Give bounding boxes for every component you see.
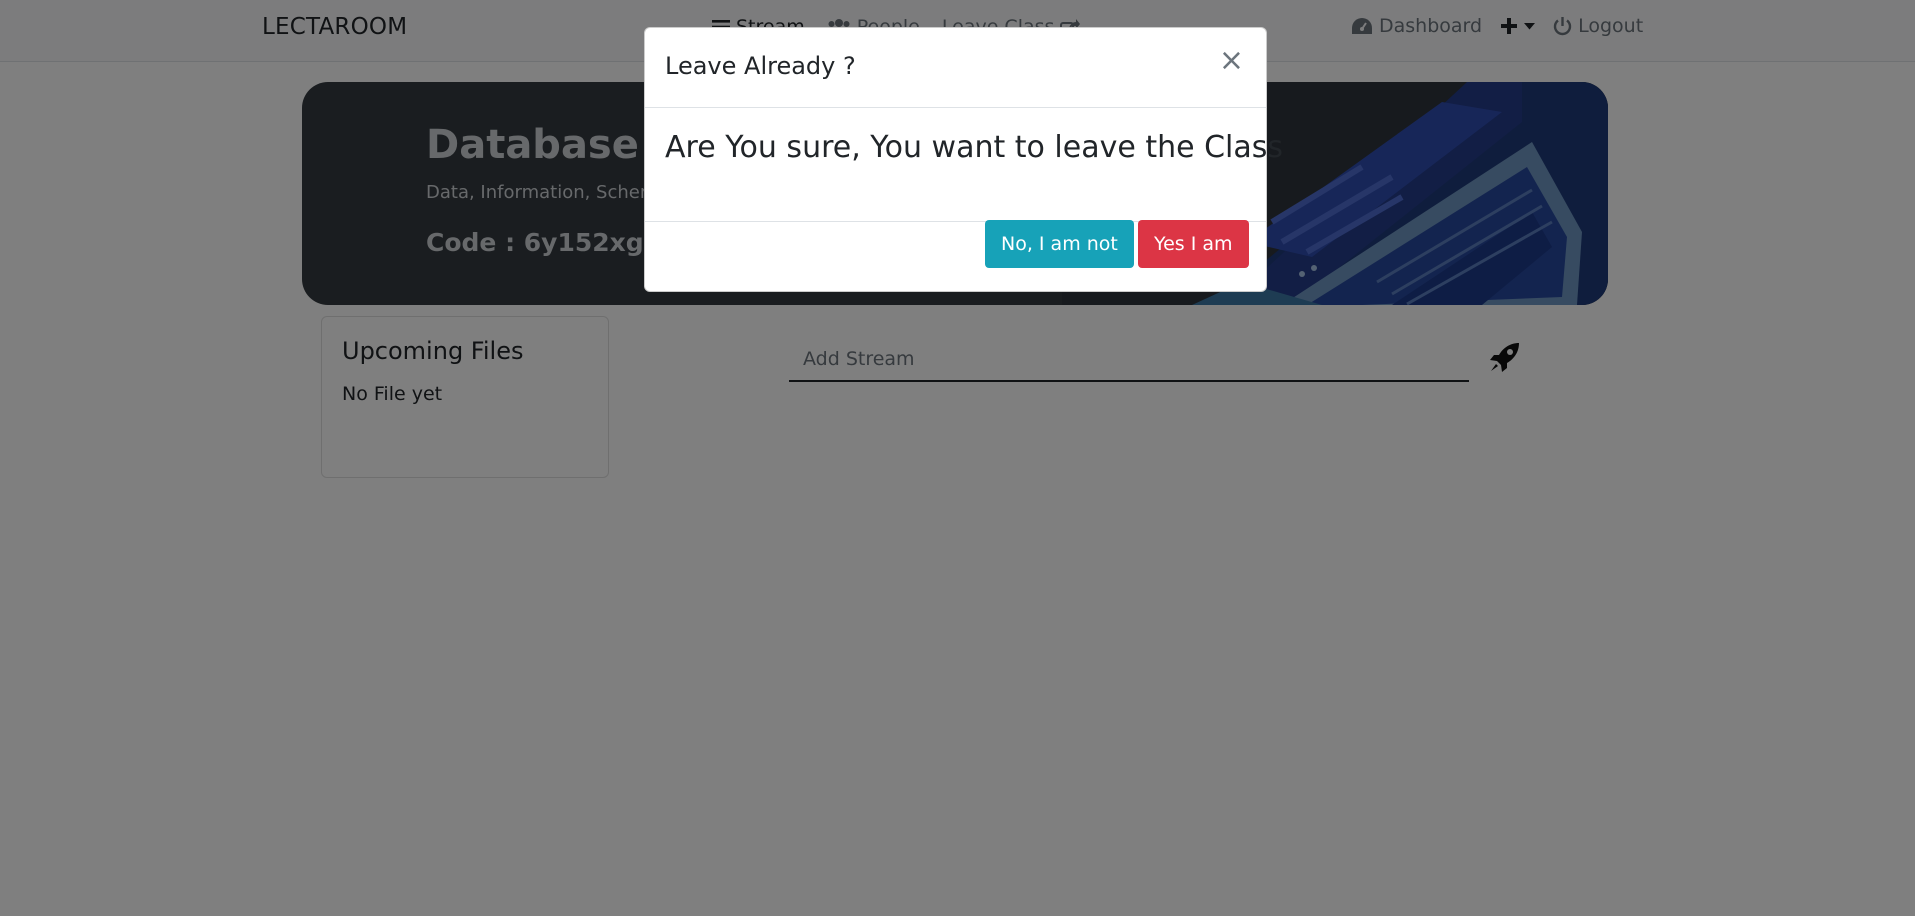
- modal-message: Are You sure, You want to leave the Clas…: [665, 130, 1284, 165]
- cancel-leave-button[interactable]: No, I am not: [985, 220, 1134, 268]
- modal-header: Leave Already ? ×: [645, 28, 1266, 108]
- close-icon[interactable]: ×: [1219, 46, 1244, 76]
- modal-body: Are You sure, You want to leave the Clas…: [645, 108, 1283, 222]
- leave-class-modal: Leave Already ? × Are You sure, You want…: [644, 27, 1283, 292]
- confirm-leave-button[interactable]: Yes I am: [1138, 220, 1249, 268]
- modal-title: Leave Already ?: [665, 52, 856, 80]
